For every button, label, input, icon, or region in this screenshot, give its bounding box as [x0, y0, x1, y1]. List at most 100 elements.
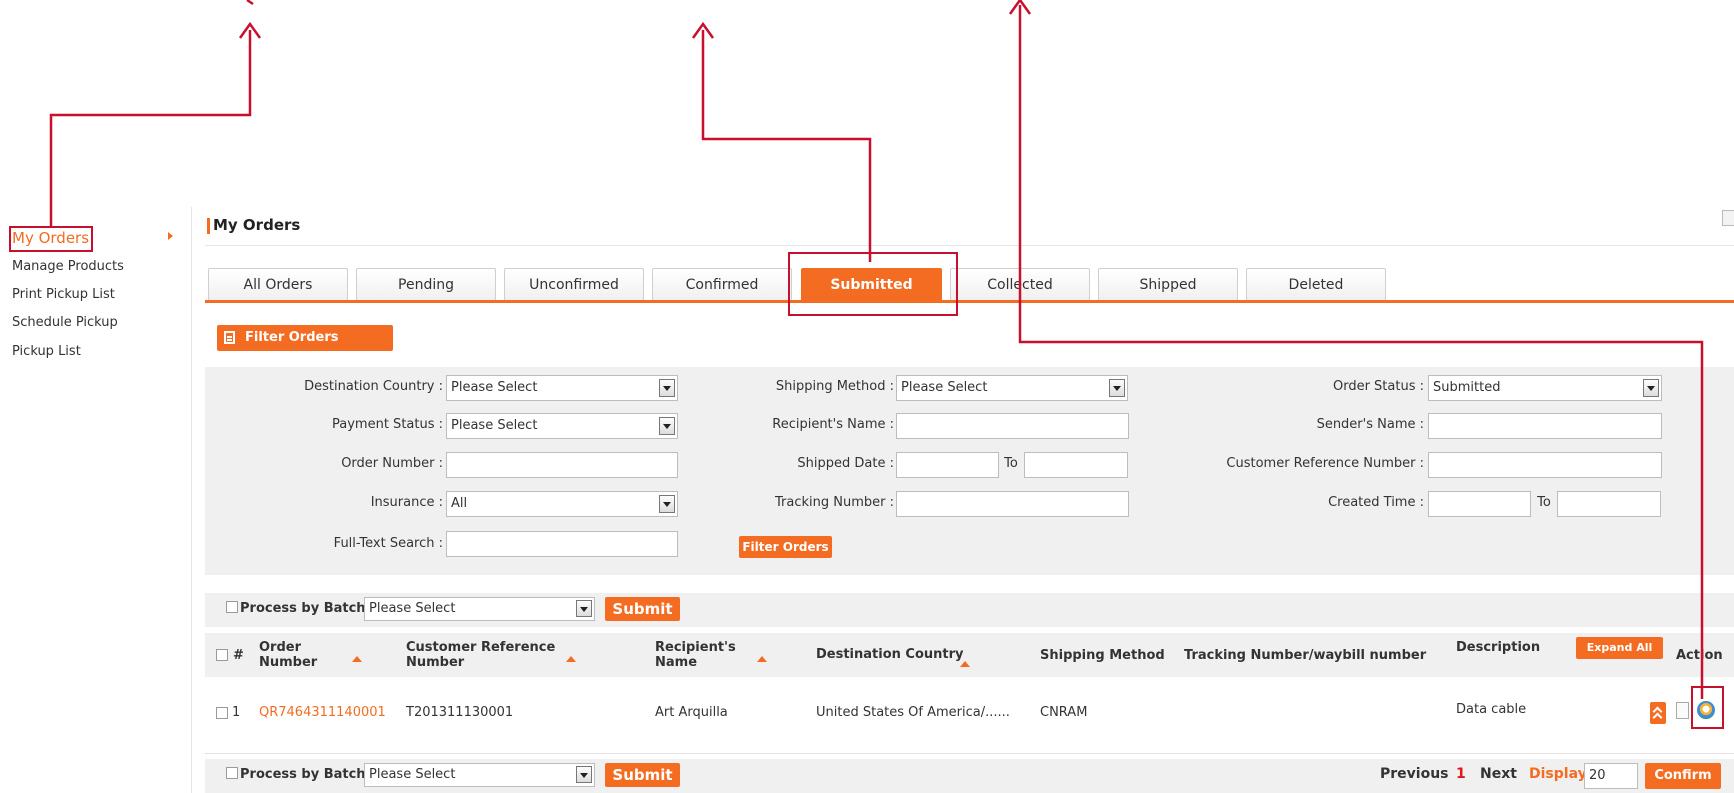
sort-asc-icon[interactable]: [352, 656, 362, 662]
payment-status-select[interactable]: Please Select: [446, 413, 678, 439]
shipped-date-label: Shipped Date :: [797, 456, 894, 471]
batch-select-bottom-value: Please Select: [369, 767, 456, 782]
batch-label-bottom: Process by Batch: [240, 767, 366, 782]
tab-shipped[interactable]: Shipped: [1098, 268, 1238, 300]
header-shipping-method: Shipping Method: [1040, 648, 1165, 663]
sort-asc-icon[interactable]: [960, 661, 970, 667]
destination-country-select[interactable]: Please Select: [446, 375, 678, 401]
customer-reference-input[interactable]: [1428, 452, 1662, 478]
batch-checkbox-top[interactable]: [226, 601, 238, 613]
chevron-down-icon[interactable]: [659, 495, 675, 513]
confirm-button[interactable]: Confirm: [1645, 763, 1721, 789]
row-divider: [205, 753, 1734, 754]
tab-pending[interactable]: Pending: [356, 268, 496, 300]
expand-all-button[interactable]: Expand All: [1576, 637, 1663, 659]
chevron-down-icon[interactable]: [659, 379, 675, 397]
batch-select-bottom[interactable]: Please Select: [364, 763, 595, 787]
sidebar-item-print-pickup-list[interactable]: Print Pickup List: [12, 287, 115, 302]
print-label-icon[interactable]: [1697, 701, 1715, 719]
order-status-select[interactable]: Submitted: [1428, 375, 1662, 401]
tab-confirmed[interactable]: Confirmed: [652, 268, 792, 300]
sort-asc-icon[interactable]: [757, 656, 767, 662]
tab-submitted[interactable]: Submitted: [801, 268, 942, 300]
insurance-label: Insurance :: [370, 495, 443, 510]
order-status-value: Submitted: [1433, 380, 1501, 395]
chevron-down-icon[interactable]: [576, 600, 592, 617]
recipient-name-label: Recipient's Name :: [772, 417, 894, 432]
header-recipient-name-line2: Name: [655, 655, 698, 670]
batch-select-top-value: Please Select: [369, 601, 456, 616]
shipping-method-select[interactable]: Please Select: [896, 375, 1128, 401]
header-order-number[interactable]: Order Number: [259, 640, 317, 670]
chevron-down-icon[interactable]: [659, 417, 675, 435]
chevron-down-icon[interactable]: [576, 766, 592, 783]
pagination-next[interactable]: Next: [1480, 766, 1517, 782]
pagination-current-page[interactable]: 1: [1456, 766, 1466, 782]
row-index: 1: [232, 705, 241, 720]
created-time-to-input[interactable]: [1557, 491, 1661, 517]
shipped-date-to-input[interactable]: [1024, 452, 1128, 478]
sidebar-item-my-orders[interactable]: My Orders: [12, 229, 89, 247]
display-count-input[interactable]: 20: [1584, 763, 1638, 789]
tab-deleted[interactable]: Deleted: [1246, 268, 1386, 300]
header-destination-country[interactable]: Destination Country: [816, 647, 964, 662]
batch-checkbox-bottom[interactable]: [226, 767, 238, 779]
row-recipient-name: Art Arquilla: [655, 705, 728, 720]
batch-select-top[interactable]: Please Select: [364, 597, 595, 621]
insurance-select[interactable]: All: [446, 491, 678, 517]
payment-status-label: Payment Status :: [332, 417, 443, 432]
tracking-number-label: Tracking Number :: [775, 495, 894, 510]
batch-submit-button-top[interactable]: Submit: [605, 597, 680, 621]
expand-row-icon[interactable]: [1650, 702, 1666, 724]
sender-name-input[interactable]: [1428, 413, 1662, 439]
row-checkbox[interactable]: [216, 707, 228, 719]
destination-country-label: Destination Country :: [304, 379, 443, 394]
row-description: Data cable: [1456, 702, 1527, 717]
filter-orders-toggle-button[interactable]: Filter Orders: [217, 325, 393, 351]
batch-submit-button-bottom[interactable]: Submit: [605, 763, 680, 787]
tracking-number-input[interactable]: [896, 491, 1129, 517]
tab-collected[interactable]: Collected: [950, 268, 1090, 300]
annotation-arrow-submitted: [701, 30, 872, 262]
chevron-down-icon[interactable]: [1643, 379, 1659, 397]
sidebar-active-caret-icon: [168, 232, 173, 240]
order-number-label: Order Number :: [341, 456, 443, 471]
header-index: #: [233, 648, 244, 663]
shipped-date-from-input[interactable]: [896, 452, 999, 478]
row-customer-reference: T201311130001: [406, 705, 514, 720]
header-action: Action: [1676, 648, 1723, 663]
sort-asc-icon[interactable]: [566, 656, 576, 662]
tab-unconfirmed[interactable]: Unconfirmed: [504, 268, 644, 300]
recipient-name-input[interactable]: [896, 413, 1129, 439]
tab-all-orders[interactable]: All Orders: [208, 268, 348, 300]
filter-orders-submit-button[interactable]: Filter Orders: [739, 536, 832, 558]
chevron-down-icon[interactable]: [1109, 379, 1125, 397]
created-time-from-input[interactable]: [1428, 491, 1531, 517]
header-recipient-name-line1: Recipient's: [655, 640, 736, 655]
row-order-number-link[interactable]: QR7464311140001: [259, 705, 386, 720]
sidebar-item-manage-products[interactable]: Manage Products: [12, 259, 124, 274]
annotation-arrowhead-2: [691, 21, 715, 39]
sidebar-item-pickup-list[interactable]: Pickup List: [12, 344, 81, 359]
full-text-search-input[interactable]: [446, 531, 678, 557]
header-recipient-name[interactable]: Recipient's Name: [655, 640, 736, 670]
batch-label-top: Process by Batch: [240, 601, 366, 616]
shipping-method-value: Please Select: [901, 380, 988, 395]
sender-name-label: Sender's Name :: [1316, 417, 1424, 432]
row-shipping-method: CNRAM: [1040, 705, 1088, 720]
filter-list-icon: [224, 331, 235, 344]
header-customer-reference-line2: Number: [406, 655, 465, 670]
pagination-previous[interactable]: Previous: [1380, 766, 1449, 782]
select-all-checkbox[interactable]: [216, 649, 228, 661]
collapse-panel-icon[interactable]: [1722, 210, 1734, 226]
header-customer-reference[interactable]: Customer Reference Number: [406, 640, 555, 670]
shipping-method-label: Shipping Method :: [775, 379, 894, 394]
header-order-number-line1: Order: [259, 640, 301, 655]
annotation-arrow-my-orders: [49, 30, 252, 226]
full-text-search-label: Full-Text Search :: [333, 536, 443, 551]
sidebar-item-schedule-pickup[interactable]: Schedule Pickup: [12, 315, 118, 330]
annotation-arrowhead-1: [238, 21, 262, 39]
document-icon[interactable]: [1676, 702, 1689, 719]
customer-reference-label: Customer Reference Number :: [1226, 456, 1424, 471]
order-number-input[interactable]: [446, 452, 678, 478]
